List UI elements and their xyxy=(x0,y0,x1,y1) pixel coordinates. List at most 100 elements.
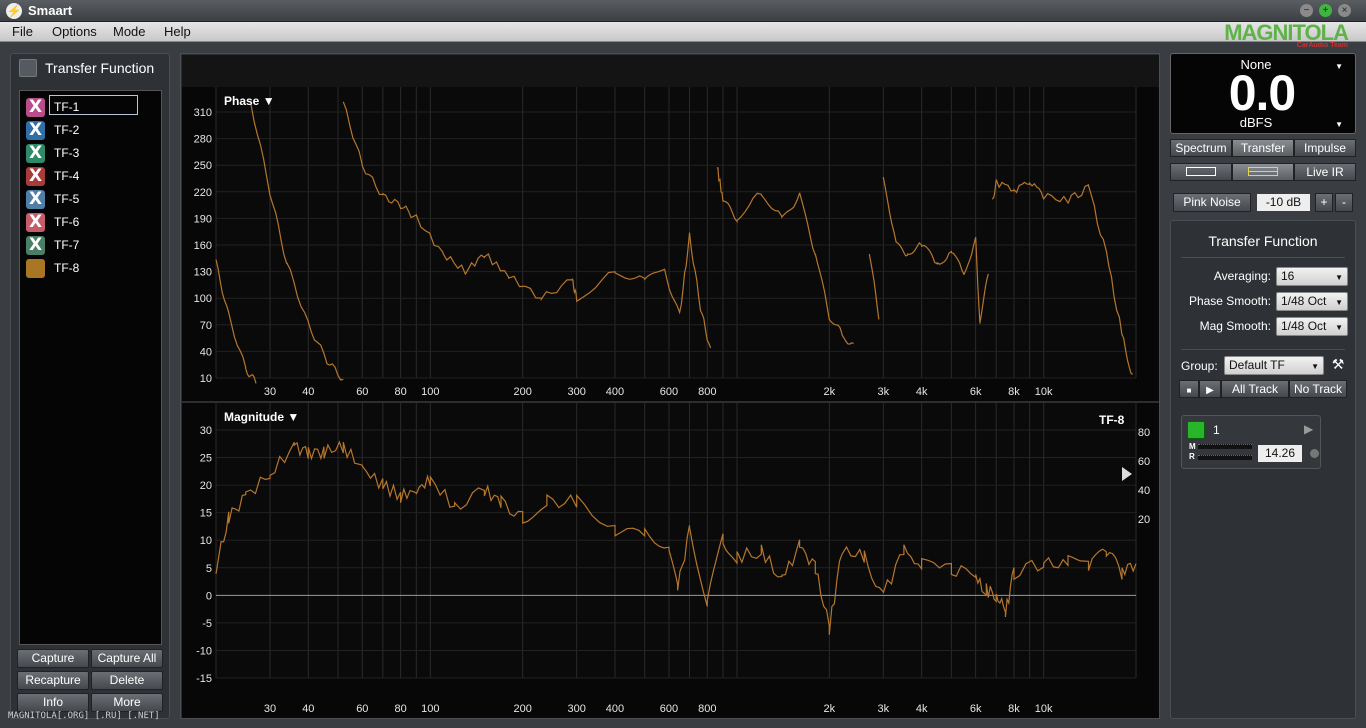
meter-r-label: R xyxy=(1189,452,1195,461)
close-icon[interactable]: × xyxy=(1338,4,1351,17)
track-play-icon[interactable]: ▶ xyxy=(1304,422,1313,436)
chevron-down-icon: ▼ xyxy=(1311,362,1319,371)
select-all-checkbox[interactable] xyxy=(19,59,37,77)
group-label: Group: xyxy=(1181,359,1218,373)
x-tick-label: 3k xyxy=(878,703,890,715)
live-ir-button[interactable]: Live IR xyxy=(1294,163,1356,181)
source-dropdown-icon[interactable]: ▼ xyxy=(1335,62,1343,71)
stop-button[interactable]: ■ xyxy=(1179,380,1199,398)
smaart-app-icon: ⚡ xyxy=(6,3,22,19)
minimize-icon[interactable]: − xyxy=(1300,4,1313,17)
trace-label: TF-8 xyxy=(1099,413,1125,427)
single-plot-icon xyxy=(1186,167,1216,176)
tf-item-4[interactable]: X TF-4 xyxy=(26,167,156,187)
menu-mode[interactable]: Mode xyxy=(113,24,146,39)
delete-button[interactable]: Delete xyxy=(91,671,163,690)
y-tick-label: 280 xyxy=(194,134,212,146)
y2-tick-label: 80 xyxy=(1138,427,1150,439)
averaging-select[interactable]: 16 ▼ xyxy=(1276,267,1348,286)
panel-title: Transfer Function xyxy=(45,60,155,76)
pink-noise-button[interactable]: Pink Noise xyxy=(1173,193,1251,212)
generator-level-field[interactable]: -10 dB xyxy=(1257,194,1310,211)
info-button[interactable]: Info xyxy=(17,693,89,712)
hide-trace-icon[interactable]: X xyxy=(26,121,45,140)
tf-item-1[interactable]: X TF-1 xyxy=(26,95,156,118)
menu-help[interactable]: Help xyxy=(164,24,191,39)
chevron-down-icon: ▼ xyxy=(1335,323,1343,332)
tf-item-3[interactable]: X TF-3 xyxy=(26,144,156,164)
unit-dropdown-icon[interactable]: ▼ xyxy=(1335,120,1343,129)
tools-icon[interactable]: ⚒ xyxy=(1329,356,1347,375)
transfer-function-panel: Transfer Function X TF-1 X TF-2 X TF-3 X TF-4 X T… xyxy=(10,53,170,719)
hide-trace-icon[interactable]: X xyxy=(26,144,45,163)
mag-smooth-select[interactable]: 1/48 Oct ▼ xyxy=(1276,317,1348,336)
x-tick-label: 100 xyxy=(421,703,439,715)
magnitude-plot[interactable]: 30 25 20 15 10 5 0 -5 -10 -15 30 40 60 80 100 200 300 400… xyxy=(182,403,1159,718)
hide-trace-icon[interactable]: X xyxy=(26,167,45,186)
maximize-icon[interactable]: + xyxy=(1319,4,1332,17)
magnitola-logo: MAGNITOLA CarAudio Team xyxy=(1224,20,1349,49)
track-name: 1 xyxy=(1213,423,1220,437)
tf-item-label: TF-5 xyxy=(54,192,80,206)
tf-item-2[interactable]: X TF-2 xyxy=(26,121,156,141)
tab-transfer[interactable]: Transfer xyxy=(1232,139,1294,157)
track-active-toggle[interactable] xyxy=(1187,421,1205,439)
x-tick-label: 3k xyxy=(878,386,890,398)
x-tick-label: 2k xyxy=(824,703,836,715)
y2-tick-label: 20 xyxy=(1138,514,1150,526)
meter-unit[interactable]: dBFS xyxy=(1171,115,1341,130)
tf-item-5[interactable]: X TF-5 xyxy=(26,190,156,210)
delay-finder-icon[interactable] xyxy=(1310,449,1319,458)
y2-tick-label: 40 xyxy=(1138,485,1150,497)
level-down-button[interactable]: - xyxy=(1335,193,1353,212)
x-tick-label: 80 xyxy=(395,386,407,398)
phase-smooth-select[interactable]: 1/48 Oct ▼ xyxy=(1276,292,1348,311)
x-tick-label: 4k xyxy=(916,386,928,398)
phase-plot-title[interactable]: Phase ▼ xyxy=(224,94,275,108)
x-tick-label: 4k xyxy=(916,703,928,715)
y-tick-label: 25 xyxy=(200,453,212,465)
all-track-button[interactable]: All Track xyxy=(1221,380,1289,398)
y-tick-label: 220 xyxy=(194,187,212,199)
stop-icon: ■ xyxy=(1186,386,1192,395)
tab-impulse[interactable]: Impulse xyxy=(1294,139,1356,157)
x-tick-label: 800 xyxy=(698,703,716,715)
level-meter: None 0.0 dBFS ▼ ▼ xyxy=(1170,53,1356,134)
x-tick-label: 60 xyxy=(356,703,368,715)
track-strip[interactable]: 1 ▶ M R 14.26 xyxy=(1181,415,1321,469)
x-tick-label: 200 xyxy=(513,386,531,398)
x-tick-label: 100 xyxy=(421,386,439,398)
single-plot-button[interactable] xyxy=(1170,163,1232,181)
magnitude-plot-title[interactable]: Magnitude ▼ xyxy=(224,410,299,424)
trace-color-swatch[interactable] xyxy=(26,259,45,278)
dual-plot-button[interactable] xyxy=(1232,163,1294,181)
x-tick-label: 400 xyxy=(606,386,624,398)
chevron-down-icon: ▼ xyxy=(1335,298,1343,307)
recapture-button[interactable]: Recapture xyxy=(17,671,89,690)
menu-options[interactable]: Options xyxy=(52,24,97,39)
group-select[interactable]: Default TF ▼ xyxy=(1224,356,1324,375)
hide-trace-icon[interactable]: X xyxy=(26,236,45,255)
tf-item-6[interactable]: X TF-6 xyxy=(26,213,156,233)
hide-trace-icon[interactable]: X xyxy=(26,98,45,117)
plot-background xyxy=(216,87,1136,378)
hide-trace-icon[interactable]: X xyxy=(26,213,45,232)
capture-all-button[interactable]: Capture All xyxy=(91,649,163,668)
menu-file[interactable]: File xyxy=(12,24,33,39)
capture-button[interactable]: Capture xyxy=(17,649,89,668)
tab-spectrum[interactable]: Spectrum xyxy=(1170,139,1232,157)
meter-m-label: M xyxy=(1189,442,1196,451)
no-track-button[interactable]: No Track xyxy=(1289,380,1347,398)
delay-field[interactable]: 14.26 xyxy=(1258,445,1302,462)
tf-item-7[interactable]: X TF-7 xyxy=(26,236,156,256)
tf-item-8[interactable]: TF-8 xyxy=(26,259,156,279)
meter-r-bar xyxy=(1198,455,1252,460)
more-button[interactable]: More xyxy=(91,693,163,712)
y-tick-label: 160 xyxy=(194,240,212,252)
phase-plot[interactable]: 310 280 250 220 190 160 130 100 70 40 10 30 40 60 80 10… xyxy=(182,87,1159,401)
hide-trace-icon[interactable]: X xyxy=(26,190,45,209)
play-button[interactable]: ▶ xyxy=(1199,380,1221,398)
x-tick-label: 400 xyxy=(606,703,624,715)
meter-value: 0.0 xyxy=(1228,65,1297,121)
level-up-button[interactable]: + xyxy=(1315,193,1333,212)
